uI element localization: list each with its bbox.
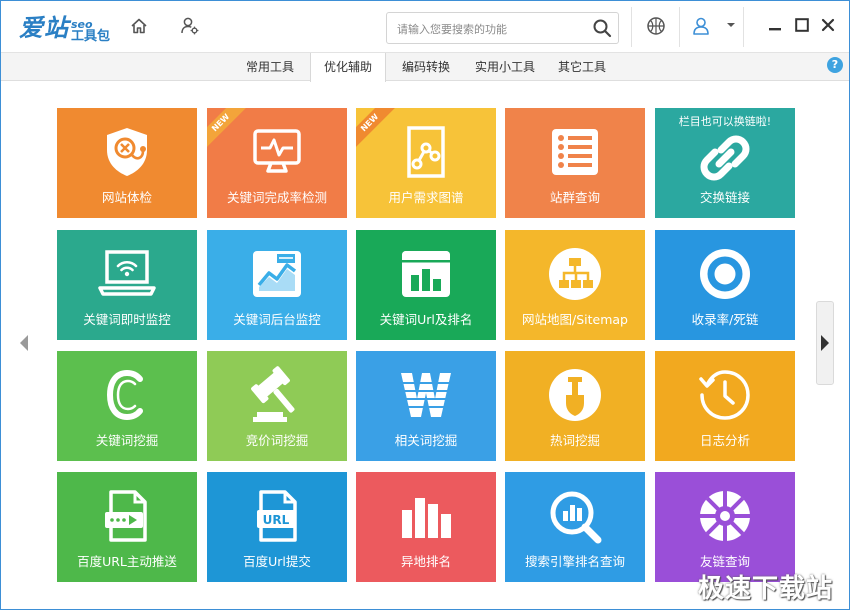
user-settings-icon[interactable]: [179, 15, 201, 37]
url-file-icon: URL: [207, 486, 347, 546]
tile-baidu-url-submit[interactable]: URL 百度Url提交: [207, 472, 347, 582]
tile-label: 搜索引擎排名查询: [524, 554, 625, 569]
wheel-icon: [655, 486, 795, 546]
sitemap-icon: [505, 244, 645, 304]
prev-page-button[interactable]: [15, 301, 33, 385]
tab-other-tools[interactable]: 其它工具: [547, 53, 617, 81]
tile-label: 相关词挖掘: [394, 433, 458, 448]
tile-keyword-url-rank[interactable]: 关键词Url及排名: [356, 230, 496, 340]
tile-label: 百度URL主动推送: [77, 554, 177, 569]
tile-label: 关键词后台监控: [233, 312, 321, 327]
logo-main-text: 爱站: [19, 13, 69, 42]
tile-user-demand[interactable]: NEW 用户需求图谱: [356, 108, 496, 218]
tile-label: 热词挖掘: [549, 433, 600, 448]
app-logo: 爱站 seo 工具包: [19, 11, 110, 43]
tile-site-group[interactable]: 站群查询: [505, 108, 645, 218]
chain-link-icon: [655, 128, 795, 188]
clock-icon: [655, 365, 795, 425]
tile-index-rate[interactable]: 收录率/死链: [655, 230, 795, 340]
search-chart-icon: [505, 486, 645, 546]
tile-label: 收录率/死链: [691, 312, 759, 327]
tile-keyword-background-monitor[interactable]: 关键词后台监控: [207, 230, 347, 340]
letter-c-icon: [57, 365, 197, 425]
letter-w-icon: [356, 365, 496, 425]
shovel-icon: [505, 365, 645, 425]
search-icon[interactable]: [592, 18, 612, 38]
tab-encoding[interactable]: 编码转换: [390, 53, 462, 81]
tile-label: 竞价词挖掘: [245, 433, 309, 448]
tile-link-exchange[interactable]: 栏目也可以换链啦! 交换链接: [655, 108, 795, 218]
chart-window-icon: [207, 244, 347, 304]
tile-sitemap[interactable]: 网站地图/Sitemap: [505, 230, 645, 340]
tile-label: 百度Url提交: [243, 554, 311, 569]
tool-grid: 网站体检 NEW 关键词完成率检测 NEW 用户需求图谱 站群查询 栏目也可以换…: [1, 81, 849, 610]
list-icon: [505, 122, 645, 182]
basketball-icon[interactable]: [645, 15, 667, 37]
tile-label: 网站体检: [101, 190, 152, 205]
tile-search-engine-ranking[interactable]: 搜索引擎排名查询: [505, 472, 645, 582]
tab-common-tools[interactable]: 常用工具: [234, 53, 306, 81]
tile-baidu-url-push[interactable]: 百度URL主动推送: [57, 472, 197, 582]
tile-remote-ranking[interactable]: 异地排名: [356, 472, 496, 582]
shield-stethoscope-icon: [57, 122, 197, 182]
next-page-button[interactable]: [816, 301, 834, 385]
bar-chart-window-icon: [356, 244, 496, 304]
tile-label: 网站地图/Sitemap: [522, 312, 628, 327]
graph-doc-icon: [356, 122, 496, 182]
gavel-icon: [207, 365, 347, 425]
monitor-pulse-icon: [207, 122, 347, 182]
tile-label: 交换链接: [699, 190, 750, 205]
user-icon[interactable]: [690, 15, 712, 37]
tile-note: 栏目也可以换链啦!: [678, 115, 772, 128]
search-input[interactable]: [397, 19, 587, 39]
tab-small-tools[interactable]: 实用小工具: [464, 53, 546, 81]
home-icon[interactable]: [128, 15, 150, 37]
separator: [743, 7, 744, 47]
close-button[interactable]: [820, 17, 836, 33]
app-window: 爱站 seo 工具包 请输入您要搜索的功能 常用工具 优化辅助 编码转换 实用小…: [0, 0, 850, 610]
tile-hot-keyword-mining[interactable]: 热词挖掘: [505, 351, 645, 461]
separator: [679, 7, 680, 47]
maximize-button[interactable]: [794, 17, 810, 33]
tile-log-analysis[interactable]: 日志分析: [655, 351, 795, 461]
tile-label: 关键词挖掘: [95, 433, 159, 448]
ring-icon: [655, 244, 795, 304]
tile-label: 站群查询: [549, 190, 600, 205]
tab-bar: 常用工具 优化辅助 编码转换 实用小工具 其它工具 ?: [1, 53, 849, 82]
svg-text:URL: URL: [263, 513, 290, 527]
tile-friend-link-check[interactable]: 友链查询: [655, 472, 795, 582]
logo-sub-text: 工具包: [71, 29, 111, 44]
search-box: [386, 12, 619, 44]
tile-keyword-realtime-monitor[interactable]: 关键词即时监控: [57, 230, 197, 340]
url-push-icon: [57, 486, 197, 546]
tab-optimization[interactable]: 优化辅助: [310, 53, 386, 82]
tile-label: 用户需求图谱: [388, 190, 464, 205]
tile-label: 异地排名: [400, 554, 451, 569]
chevron-down-icon[interactable]: [723, 17, 739, 33]
tile-related-keyword-mining[interactable]: 相关词挖掘: [356, 351, 496, 461]
watermark: 极速下载站: [697, 574, 833, 604]
title-bar: 爱站 seo 工具包: [1, 1, 849, 53]
separator: [631, 7, 632, 47]
tile-label: 关键词Url及排名: [379, 312, 473, 327]
tile-label: 关键词完成率检测: [226, 190, 327, 205]
help-icon[interactable]: ?: [827, 57, 843, 73]
bars-icon: [356, 486, 496, 546]
tile-label: 关键词即时监控: [83, 312, 171, 327]
tile-keyword-mining[interactable]: 关键词挖掘: [57, 351, 197, 461]
minimize-button[interactable]: [767, 17, 783, 33]
tile-label: 日志分析: [699, 433, 750, 448]
tile-bid-keyword-mining[interactable]: 竞价词挖掘: [207, 351, 347, 461]
laptop-wifi-icon: [57, 244, 197, 304]
tile-site-checkup[interactable]: 网站体检: [57, 108, 197, 218]
tile-keyword-completion[interactable]: NEW 关键词完成率检测: [207, 108, 347, 218]
